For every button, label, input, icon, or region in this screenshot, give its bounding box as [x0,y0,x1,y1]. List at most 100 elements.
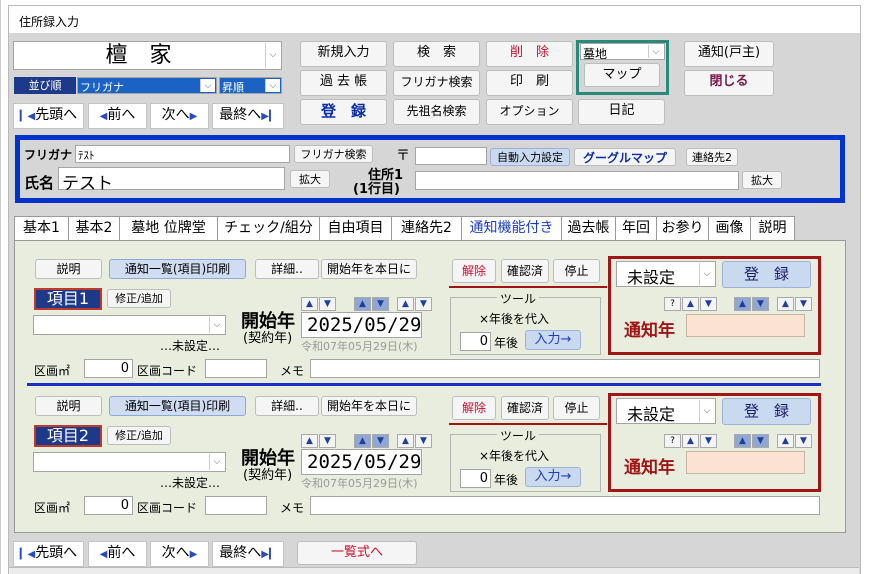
explain-button[interactable]: 説明 [35,259,102,279]
status-select[interactable]: 未設定 ⌵ [616,398,716,424]
release-button[interactable]: 解除 [452,396,496,420]
list-print-button[interactable]: 通知一覧(項目)印刷 [109,259,246,279]
notify-head-button[interactable]: 通知(戸主) [684,41,774,67]
tab-6[interactable]: 連絡先2 [391,216,462,241]
footer-next-button[interactable]: 次へ▶ [150,541,209,567]
tab-9[interactable]: 年回 [615,216,657,241]
release-button[interactable]: 解除 [452,259,496,283]
notify-year-input[interactable] [686,314,805,337]
edit-add-button[interactable]: 修正/追加 [107,289,171,308]
tab-10[interactable]: お参り [656,216,709,241]
down-icon[interactable]: ▼ [795,434,812,448]
search-button[interactable]: 検 索 [393,41,480,67]
list-view-button[interactable]: 一覧式へ [297,541,417,565]
footer-first-button[interactable]: ▎◀先頭へ [13,541,84,567]
nav-next-button[interactable]: 次へ▶ [150,103,209,129]
address-expand-button[interactable]: 拡大 [742,171,782,189]
past-register-button[interactable]: 過 去 帳 [300,70,387,96]
input-button[interactable]: 入力→ [525,467,581,487]
furigana-search-button[interactable]: フリガナ検索 [294,145,373,163]
nav-last-button[interactable]: 最終へ▶▎ [212,103,284,129]
explain-button[interactable]: 説明 [35,396,102,416]
auto-input-button[interactable]: 自動入力設定 [490,148,570,166]
start-today-button[interactable]: 開始年を本日に [321,259,417,279]
map-button[interactable]: マップ [584,63,660,87]
chevron-down-icon[interactable]: ⌵ [699,263,714,285]
memo-input[interactable] [310,496,820,515]
item-combo[interactable]: ⌵ [33,315,226,335]
up-icon[interactable]: ▲ [301,434,318,448]
up-icon[interactable]: ▲ [397,297,414,311]
chevron-down-icon[interactable]: ⌵ [265,79,280,92]
contact2-button[interactable]: 連絡先2 [686,148,738,166]
detail-button[interactable]: 詳細.. [255,396,319,416]
section-code-input[interactable] [205,496,267,515]
confirmed-button[interactable]: 確認済 [501,259,549,283]
down-icon[interactable]: ▼ [415,434,432,448]
down-icon[interactable]: ▼ [372,297,389,311]
tab-7[interactable]: 通知機能付き [461,216,562,241]
furigana-input[interactable]: ﾃｽﾄ [75,145,290,163]
chevron-down-icon[interactable]: ⌵ [265,43,280,68]
sort-field-select[interactable]: フリガナ ⌵ [77,77,217,94]
chevron-down-icon[interactable]: ⌵ [699,400,714,422]
section-code-input[interactable] [205,359,267,378]
tab-5[interactable]: 自由項目 [319,216,392,241]
google-map-button[interactable]: グーグルマップ [574,148,676,166]
name-expand-button[interactable]: 拡大 [290,170,330,188]
up-icon[interactable]: ▲ [777,297,794,311]
notify-register-button[interactable]: 登 録 [722,261,811,288]
ancestor-search-button[interactable]: 先祖名検索 [393,99,480,125]
up-icon[interactable]: ▲ [397,434,414,448]
name-input[interactable]: テスト [58,167,285,194]
down-icon[interactable]: ▼ [700,297,717,311]
close-button[interactable]: 閉じる [684,70,774,96]
down-icon[interactable]: ▼ [319,297,336,311]
status-select[interactable]: 未設定 ⌵ [616,261,716,287]
grave-select[interactable]: 墓地 ⌵ [580,43,665,61]
family-name-combo[interactable]: 檀 家 ⌵ [13,41,282,70]
start-today-button[interactable]: 開始年を本日に [321,396,417,416]
up-icon[interactable]: ▲ [777,434,794,448]
down-icon[interactable]: ▼ [319,434,336,448]
up-icon[interactable]: ▲ [354,297,371,311]
chevron-down-icon[interactable]: ⌵ [648,45,663,58]
up-icon[interactable]: ▲ [301,297,318,311]
section-area-input[interactable]: 0 [84,359,133,378]
print-button[interactable]: 印 刷 [486,70,573,96]
tab-2[interactable]: 基本2 [68,216,120,241]
stop-button[interactable]: 停止 [553,259,600,283]
new-entry-button[interactable]: 新規入力 [300,41,387,67]
footer-last-button[interactable]: 最終へ▶▎ [212,541,284,567]
up-icon[interactable]: ▲ [682,434,699,448]
memo-input[interactable] [310,359,820,378]
kana-search-button[interactable]: フリガナ検索 [393,70,480,96]
start-date-input[interactable]: 2025/05/29 [301,449,422,475]
years-input[interactable]: 0 [460,332,491,351]
diary-button[interactable]: 日記 [578,99,665,125]
address-input[interactable] [415,171,739,190]
edit-add-button[interactable]: 修正/追加 [107,426,171,445]
down-icon[interactable]: ▼ [372,434,389,448]
section-area-input[interactable]: 0 [84,496,133,515]
stop-button[interactable]: 停止 [553,396,600,420]
postal-input[interactable] [415,147,487,165]
chevron-down-icon[interactable]: ⌵ [209,317,224,333]
tab-8[interactable]: 過去帳 [561,216,616,241]
down-icon[interactable]: ▼ [415,297,432,311]
tab-11[interactable]: 画像 [708,216,751,241]
chevron-down-icon[interactable]: ⌵ [209,454,224,470]
up-icon[interactable]: ▲ [682,297,699,311]
down-icon[interactable]: ▼ [752,297,769,311]
chevron-down-icon[interactable]: ⌵ [200,79,215,92]
options-button[interactable]: オプション [486,99,573,125]
help-icon[interactable]: ? [664,434,681,448]
down-icon[interactable]: ▼ [795,297,812,311]
tab-1[interactable]: 基本1 [14,216,69,241]
help-icon[interactable]: ? [664,297,681,311]
nav-prev-button[interactable]: ◀前へ [88,103,147,129]
tab-3[interactable]: 墓地 位牌堂 [119,216,218,241]
tab-4[interactable]: チェック/組分 [217,216,320,241]
sort-order-select[interactable]: 昇順 ⌵ [219,77,282,94]
tab-12[interactable]: 説明 [750,216,795,241]
